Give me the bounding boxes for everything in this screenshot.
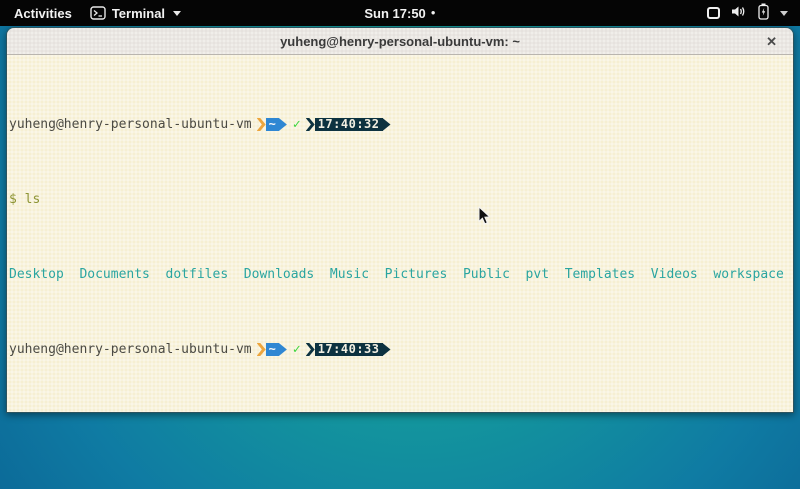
prompt-time-segment: 17:40:32 (315, 118, 383, 131)
prompt-user-host: yuheng@henry-personal-ubuntu-vm (9, 117, 252, 132)
ls-output-line: Desktop Documents dotfiles Downloads Mus… (9, 267, 793, 282)
prompt-line: yuheng@henry-personal-ubuntu-vm ~ ✓ 17:4… (9, 117, 793, 132)
activities-button[interactable]: Activities (10, 6, 76, 21)
powerline-chevron-icon (306, 343, 315, 356)
prompt-path-segment: ~ (266, 343, 279, 356)
powerline-point-icon (383, 118, 391, 131)
powerline-point-icon (279, 118, 287, 131)
typed-command: ls (25, 192, 41, 207)
prompt-user-host: yuheng@henry-personal-ubuntu-vm (9, 342, 252, 357)
screen-icon (707, 7, 720, 19)
chevron-down-icon (173, 11, 181, 16)
powerline-point-icon (279, 343, 287, 356)
status-check-icon: ✓ (293, 342, 301, 357)
terminal-app-icon (90, 6, 106, 20)
notification-dot-icon: ● (431, 0, 436, 26)
directory-list: Desktop Documents dotfiles Downloads Mus… (9, 267, 784, 282)
prompt-line: yuheng@henry-personal-ubuntu-vm ~ ✓ 17:4… (9, 342, 793, 357)
clock-button[interactable]: Sun 17:50 (364, 6, 425, 21)
powerline-point-icon (383, 343, 391, 356)
command-line: $ ls (9, 192, 793, 207)
terminal-content[interactable]: yuheng@henry-personal-ubuntu-vm ~ ✓ 17:4… (7, 55, 793, 413)
window-title: yuheng@henry-personal-ubuntu-vm: ~ (280, 34, 520, 49)
volume-icon (731, 5, 747, 21)
terminal-window: yuheng@henry-personal-ubuntu-vm: ~ ✕ yuh… (6, 27, 794, 413)
chevron-down-icon (780, 11, 788, 16)
focused-app-label: Terminal (112, 6, 165, 21)
status-check-icon: ✓ (293, 117, 301, 132)
system-status-menu[interactable] (707, 3, 800, 23)
prompt-dollar: $ (9, 192, 17, 207)
powerline-chevron-icon (306, 118, 315, 131)
powerline-chevron-icon (257, 118, 266, 131)
focused-app-menu[interactable]: Terminal (90, 6, 181, 21)
top-bar: Activities Terminal Sun 17:50 ● (0, 0, 800, 26)
close-button[interactable]: ✕ (766, 28, 777, 55)
powerline-chevron-icon (257, 343, 266, 356)
window-titlebar[interactable]: yuheng@henry-personal-ubuntu-vm: ~ ✕ (7, 28, 793, 55)
prompt-path-segment: ~ (266, 118, 279, 131)
prompt-time-segment: 17:40:33 (315, 343, 383, 356)
battery-charging-icon (758, 3, 769, 23)
